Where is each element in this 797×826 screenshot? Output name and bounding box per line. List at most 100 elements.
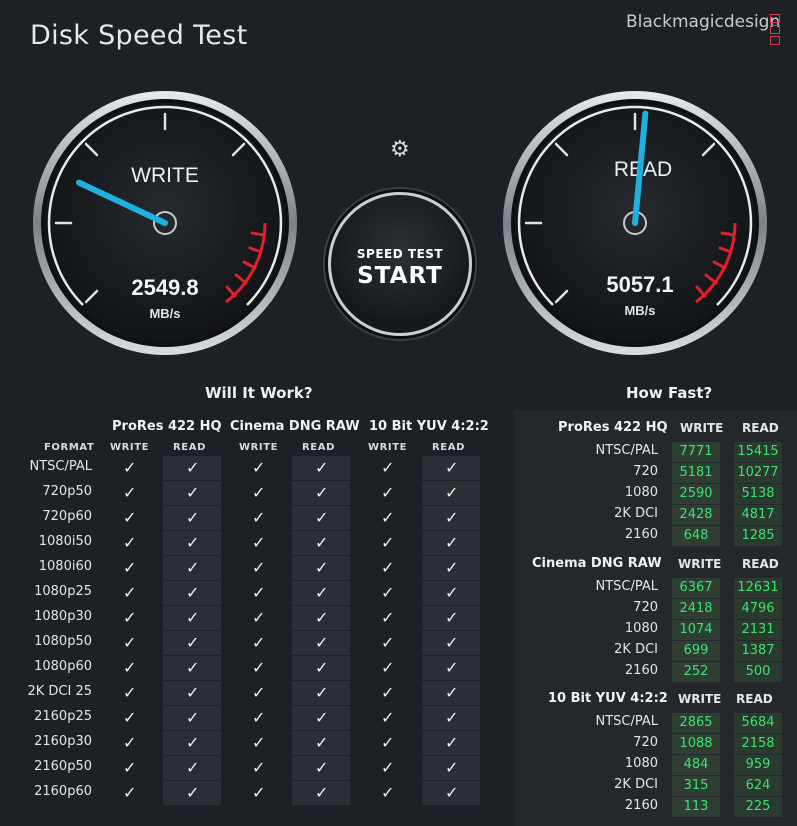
checkmark-icon: ✓ — [315, 608, 329, 627]
speed-test-start-button[interactable]: SPEED TEST START — [328, 192, 472, 336]
checkmark-icon: ✓ — [252, 458, 266, 477]
checkmark-icon: ✓ — [315, 733, 329, 752]
checkmark-icon: ✓ — [252, 508, 266, 527]
how-fast-table: ProRes 422 HQ WRITE READ NTSC/PAL 7771 15415 7… — [514, 410, 797, 826]
speed-group-header: 10 Bit YUV 4:2:2 — [548, 691, 668, 706]
checkmark-icon: ✓ — [123, 658, 137, 677]
checkmark-icon: ✓ — [123, 733, 137, 752]
checkmark-icon: ✓ — [252, 733, 266, 752]
speed-row-label: 2160 — [624, 663, 658, 678]
status-cell: ✓ — [358, 631, 416, 655]
status-cell: ✓ — [229, 706, 287, 730]
status-cell: ✓ — [100, 581, 158, 605]
checkmark-icon: ✓ — [252, 633, 266, 652]
checkmark-icon: ✓ — [381, 658, 395, 677]
status-cell: ✓ — [229, 656, 287, 680]
status-cell: ✓ — [358, 706, 416, 730]
write-column-header: WRITE — [678, 557, 722, 571]
checkmark-icon: ✓ — [315, 708, 329, 727]
write-speed-cell: 2428 — [672, 505, 720, 525]
write-speed-cell: 2865 — [672, 713, 720, 733]
checkmark-icon: ✓ — [381, 783, 395, 802]
format-group-header: Cinema DNG RAW — [230, 419, 360, 434]
speed-row-label: 2K DCI — [614, 506, 658, 521]
write-speed-cell: 699 — [672, 641, 720, 661]
checkmark-icon: ✓ — [252, 708, 266, 727]
checkmark-icon: ✓ — [123, 508, 137, 527]
read-speed-cell: 4796 — [734, 599, 782, 619]
read-column-header: READ — [173, 442, 206, 453]
status-cell: ✓ — [292, 481, 350, 505]
checkmark-icon: ✓ — [186, 533, 200, 552]
start-button-caption: SPEED TEST — [356, 247, 444, 261]
checkmark-icon: ✓ — [252, 608, 266, 627]
status-cell: ✓ — [358, 531, 416, 555]
checkmark-icon: ✓ — [186, 483, 200, 502]
status-cell: ✓ — [163, 631, 221, 655]
checkmark-icon: ✓ — [381, 608, 395, 627]
status-cell: ✓ — [229, 606, 287, 630]
checkmark-icon: ✓ — [315, 483, 329, 502]
status-cell: ✓ — [422, 631, 480, 655]
status-cell: ✓ — [229, 531, 287, 555]
checkmark-icon: ✓ — [381, 483, 395, 502]
status-cell: ✓ — [229, 506, 287, 530]
gear-icon[interactable]: ⚙ — [390, 137, 410, 162]
checkmark-icon: ✓ — [445, 558, 459, 577]
checkmark-icon: ✓ — [186, 633, 200, 652]
checkmark-icon: ✓ — [381, 583, 395, 602]
speed-group-header: ProRes 422 HQ — [558, 420, 668, 435]
status-cell: ✓ — [292, 581, 350, 605]
brand-logo-text: Blackmagicdesign — [626, 12, 781, 32]
status-cell: ✓ — [100, 456, 158, 480]
checkmark-icon: ✓ — [252, 533, 266, 552]
format-row-label: 720p50 — [42, 484, 92, 499]
status-cell: ✓ — [229, 631, 287, 655]
format-row-label: 1080p50 — [34, 634, 92, 649]
start-button-label: START — [357, 263, 443, 289]
status-cell: ✓ — [422, 556, 480, 580]
format-column-header: FORMAT — [44, 442, 95, 453]
checkmark-icon: ✓ — [123, 483, 137, 502]
read-speed-cell: 12631 — [734, 578, 782, 598]
speed-row-label: 2160 — [624, 527, 658, 542]
status-cell: ✓ — [163, 481, 221, 505]
status-cell: ✓ — [422, 606, 480, 630]
read-speed-cell: 1285 — [734, 526, 782, 546]
checkmark-icon: ✓ — [381, 558, 395, 577]
speed-row-label: NTSC/PAL — [595, 443, 658, 458]
status-cell: ✓ — [422, 756, 480, 780]
checkmark-icon: ✓ — [123, 608, 137, 627]
status-cell: ✓ — [358, 656, 416, 680]
checkmark-icon: ✓ — [315, 508, 329, 527]
status-cell: ✓ — [358, 606, 416, 630]
speed-row-label: 720 — [633, 735, 658, 750]
checkmark-icon: ✓ — [445, 758, 459, 777]
checkmark-icon: ✓ — [123, 683, 137, 702]
status-cell: ✓ — [292, 531, 350, 555]
checkmark-icon: ✓ — [123, 583, 137, 602]
checkmark-icon: ✓ — [315, 783, 329, 802]
write-speed-cell: 484 — [672, 755, 720, 775]
checkmark-icon: ✓ — [252, 558, 266, 577]
write-column-header: WRITE — [678, 692, 722, 706]
how-fast-title: How Fast? — [626, 384, 713, 402]
checkmark-icon: ✓ — [381, 758, 395, 777]
read-speed-value: 5057.1 — [606, 272, 673, 297]
speed-row-label: 720 — [633, 600, 658, 615]
status-cell: ✓ — [358, 681, 416, 705]
checkmark-icon: ✓ — [381, 633, 395, 652]
status-cell: ✓ — [163, 681, 221, 705]
checkmark-icon: ✓ — [186, 658, 200, 677]
status-cell: ✓ — [358, 781, 416, 805]
speed-row-label: 1080 — [624, 621, 658, 636]
format-row-label: 2160p30 — [34, 734, 92, 749]
checkmark-icon: ✓ — [315, 683, 329, 702]
write-speed-cell: 252 — [672, 662, 720, 682]
format-row-label: 1080i50 — [38, 534, 92, 549]
checkmark-icon: ✓ — [381, 708, 395, 727]
write-gauge-label: WRITE — [131, 164, 199, 187]
write-speed-cell: 2418 — [672, 599, 720, 619]
status-cell: ✓ — [163, 606, 221, 630]
checkmark-icon: ✓ — [186, 758, 200, 777]
